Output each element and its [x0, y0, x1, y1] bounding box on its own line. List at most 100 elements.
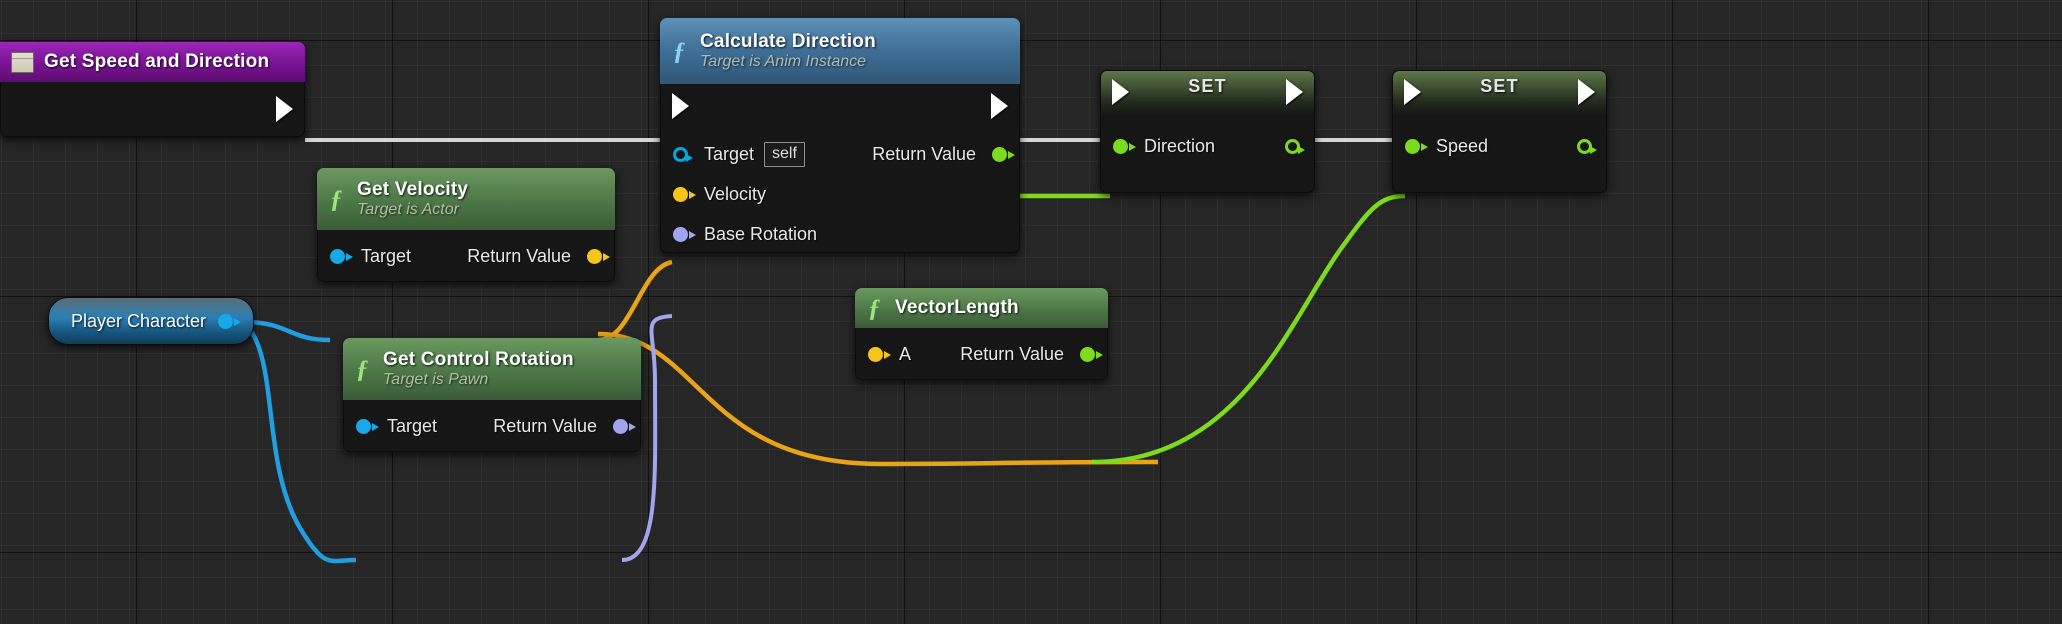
exec-out-icon: [1578, 79, 1595, 105]
pin-direction-label: Direction: [1144, 135, 1216, 156]
pin-target[interactable]: Target self: [673, 134, 805, 174]
pin-exec-in[interactable]: [1404, 79, 1421, 105]
node-title-label: SET: [1480, 76, 1519, 96]
node-get-control-rotation[interactable]: ƒ Get Control Rotation Target is Pawn Ta…: [343, 338, 641, 452]
pin-direction-out[interactable]: [1285, 126, 1305, 166]
node-calculate-direction[interactable]: ƒ Calculate Direction Target is Anim Ins…: [660, 18, 1020, 253]
pin-target[interactable]: Target: [330, 236, 411, 276]
node-body: Speed: [1393, 79, 1606, 192]
pin-velocity[interactable]: Velocity: [673, 174, 766, 214]
node-body: [0, 82, 305, 137]
exec-out-icon: [276, 96, 293, 122]
pin-return-value[interactable]: Return Value: [493, 406, 636, 446]
svg-text:ƒ: ƒ: [868, 295, 881, 321]
wire-float-vectorlength-to-setspeed: [1091, 193, 1406, 465]
pin-target-label: Target: [387, 415, 438, 436]
node-body: Target Return Value: [317, 230, 615, 282]
node-header: ƒ Calculate Direction Target is Anim Ins…: [660, 18, 1020, 84]
node-header: Get Speed and Direction: [0, 42, 305, 82]
pin-speed-out[interactable]: [1577, 126, 1597, 166]
node-set-speed[interactable]: SET Speed: [1392, 70, 1607, 193]
base-rotation-pin-icon: [673, 226, 696, 242]
return-value-pin-icon: [992, 146, 1015, 162]
svg-text:ƒ: ƒ: [673, 38, 686, 64]
node-body: Target self Return Value Velocity Base R…: [660, 84, 1020, 253]
node-vector-length[interactable]: ƒ VectorLength A Return Value: [855, 288, 1108, 380]
node-get-velocity[interactable]: ƒ Get Velocity Target is Actor Target Re…: [317, 168, 615, 282]
direction-pin-icon: [1113, 138, 1136, 154]
return-value-pin-icon: [613, 418, 636, 434]
return-value-pin-icon: [1080, 346, 1103, 362]
node-header: ƒ Get Control Rotation Target is Pawn: [343, 338, 641, 400]
pin-velocity-label: Velocity: [704, 183, 767, 204]
pin-base-rotation[interactable]: Base Rotation: [673, 214, 817, 254]
target-default-value[interactable]: self: [764, 141, 805, 167]
return-value-pin-icon: [587, 248, 610, 264]
pin-return-value-label: Return Value: [467, 245, 571, 266]
pin-direction[interactable]: Direction: [1113, 126, 1215, 166]
svg-text:ƒ: ƒ: [330, 186, 343, 212]
exec-in-icon: [672, 93, 689, 119]
exec-in-icon: [1404, 79, 1421, 105]
exec-in-icon: [1112, 79, 1129, 105]
pin-base-rotation-label: Base Rotation: [704, 223, 818, 244]
node-title-label: Get Velocity: [357, 179, 469, 201]
node-title-label: Get Control Rotation: [383, 349, 574, 371]
pin-return-value-label: Return Value: [872, 143, 976, 164]
pin-return-value-label: Return Value: [493, 415, 597, 436]
direction-out-pin-icon: [1285, 138, 1305, 154]
node-body: Direction: [1101, 79, 1314, 192]
player-character-output-pin-icon[interactable]: [218, 313, 242, 329]
function-f-icon: ƒ: [866, 295, 886, 321]
pin-exec-out[interactable]: [1286, 79, 1303, 105]
node-header: SET: [1393, 71, 1606, 115]
target-pin-icon: [673, 146, 693, 162]
speed-pin-icon: [1405, 138, 1428, 154]
pin-return-value-label: Return Value: [960, 343, 1064, 364]
svg-text:ƒ: ƒ: [356, 356, 369, 382]
wire-object-playerchar-to-getvelocity: [242, 319, 331, 343]
pin-exec-in[interactable]: [672, 93, 689, 119]
node-title-label: SET: [1188, 76, 1227, 96]
pin-exec-out[interactable]: [991, 93, 1008, 119]
node-title-label: VectorLength: [895, 297, 1019, 319]
event-node-icon: [11, 51, 34, 73]
pin-return-value[interactable]: Return Value: [872, 134, 1015, 174]
node-title-label: Calculate Direction: [700, 31, 876, 53]
velocity-pin-icon: [673, 186, 696, 202]
pin-target[interactable]: Target: [356, 406, 437, 446]
node-subtitle-label: Target is Actor: [357, 200, 459, 218]
target-pin-icon: [356, 418, 379, 434]
pin-return-value[interactable]: Return Value: [960, 334, 1103, 374]
pin-target-label: Target: [704, 143, 755, 164]
target-pin-icon: [330, 248, 353, 264]
blueprint-graph-canvas[interactable]: Get Speed and Direction ƒ Calculate Dire…: [0, 0, 2062, 624]
pin-speed[interactable]: Speed: [1405, 126, 1488, 166]
function-f-icon: ƒ: [328, 186, 348, 212]
node-header: SET: [1101, 71, 1314, 115]
node-body: A Return Value: [855, 328, 1108, 380]
exec-out-icon: [1286, 79, 1303, 105]
pin-return-value[interactable]: Return Value: [467, 236, 610, 276]
node-header: ƒ Get Velocity Target is Actor: [317, 168, 615, 230]
function-f-icon: ƒ: [354, 356, 374, 382]
node-get-speed-and-direction[interactable]: Get Speed and Direction: [0, 42, 305, 137]
node-title-label: Get Speed and Direction: [44, 51, 270, 73]
pin-a-label: A: [899, 343, 912, 364]
pin-exec-out[interactable]: [276, 96, 293, 122]
node-player-character[interactable]: Player Character: [48, 297, 254, 345]
pin-exec-out[interactable]: [1578, 79, 1595, 105]
pin-exec-in[interactable]: [1112, 79, 1129, 105]
function-f-icon: ƒ: [671, 38, 691, 64]
player-character-label: Player Character: [71, 310, 207, 331]
exec-out-icon: [991, 93, 1008, 119]
node-set-direction[interactable]: SET Direction: [1100, 70, 1315, 193]
node-body: Target Return Value: [343, 400, 641, 452]
speed-out-pin-icon: [1577, 138, 1597, 154]
pin-a[interactable]: A: [868, 334, 911, 374]
pin-speed-label: Speed: [1436, 135, 1489, 156]
pin-target-label: Target: [361, 245, 412, 266]
a-pin-icon: [868, 346, 891, 362]
node-subtitle-label: Target is Anim Instance: [700, 52, 867, 70]
node-subtitle-label: Target is Pawn: [383, 370, 489, 388]
